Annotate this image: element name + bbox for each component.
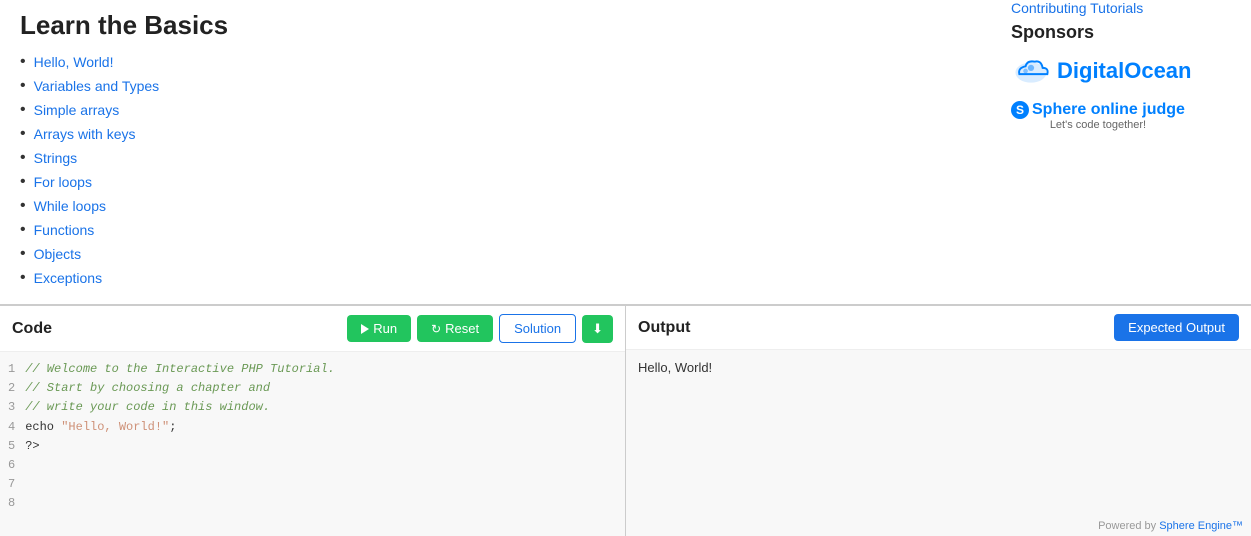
code-title: Code <box>12 320 52 338</box>
reset-button[interactable]: ↻ Reset <box>417 315 493 342</box>
tutorial-link[interactable]: Arrays with keys <box>34 126 136 142</box>
tutorial-list-item: Objects <box>20 245 971 263</box>
code-content[interactable]: // Welcome to the Interactive PHP Tutori… <box>25 360 617 514</box>
tutorial-list-item: For loops <box>20 173 971 191</box>
sphere-name: Sphere online judge <box>1032 101 1185 119</box>
expected-output-button[interactable]: Expected Output <box>1114 314 1239 341</box>
sphere-sponsor: S Sphere online judge Let's code togethe… <box>1011 101 1231 131</box>
sponsors-title: Sponsors <box>1011 22 1231 43</box>
output-content: Hello, World! <box>626 350 1251 536</box>
page-title: Learn the Basics <box>20 10 971 41</box>
tutorial-link[interactable]: Functions <box>34 222 95 238</box>
output-text: Hello, World! <box>638 360 712 375</box>
powered-by: Powered by Sphere Engine™ <box>1098 520 1243 532</box>
tutorial-link[interactable]: Exceptions <box>34 270 102 286</box>
tutorial-list-item: Exceptions <box>20 269 971 287</box>
tutorial-list-item: Arrays with keys <box>20 125 971 143</box>
tutorial-list-item: Simple arrays <box>20 101 971 119</box>
tutorial-link[interactable]: Objects <box>34 246 81 262</box>
code-editor[interactable]: 12345678 // Welcome to the Interactive P… <box>0 352 625 536</box>
download-button[interactable]: ⬇ <box>582 315 613 343</box>
solution-button[interactable]: Solution <box>499 314 576 343</box>
tutorial-link[interactable]: Strings <box>34 150 78 166</box>
tutorial-link[interactable]: Variables and Types <box>34 78 160 94</box>
tutorial-link[interactable]: For loops <box>34 174 92 190</box>
sphere-s-icon: S <box>1011 101 1029 119</box>
sphere-engine-link[interactable]: Sphere Engine™ <box>1159 520 1243 532</box>
digitalocean-sponsor: DigitalOcean <box>1011 57 1231 85</box>
line-numbers: 12345678 <box>0 360 25 514</box>
contributing-tutorials-link[interactable]: Contributing Tutorials <box>1011 0 1231 16</box>
tutorial-list-item: Variables and Types <box>20 77 971 95</box>
tutorial-link[interactable]: While loops <box>34 198 106 214</box>
tutorial-list-item: Functions <box>20 221 971 239</box>
tutorial-list-item: While loops <box>20 197 971 215</box>
reset-icon: ↻ <box>431 322 441 336</box>
digitalocean-name: DigitalOcean <box>1057 58 1191 84</box>
run-icon <box>361 324 369 334</box>
tutorial-list-item: Hello, World! <box>20 53 971 71</box>
digitalocean-icon <box>1011 57 1051 85</box>
run-button[interactable]: Run <box>347 315 411 342</box>
output-title: Output <box>638 319 690 337</box>
tutorial-list-item: Strings <box>20 149 971 167</box>
sphere-tagline: Let's code together! <box>1011 119 1185 131</box>
tutorial-link[interactable]: Simple arrays <box>34 102 120 118</box>
tutorial-link[interactable]: Hello, World! <box>34 54 114 70</box>
tutorial-list: Hello, World! Variables and Types Simple a… <box>20 53 971 287</box>
download-icon: ⬇ <box>592 321 603 336</box>
